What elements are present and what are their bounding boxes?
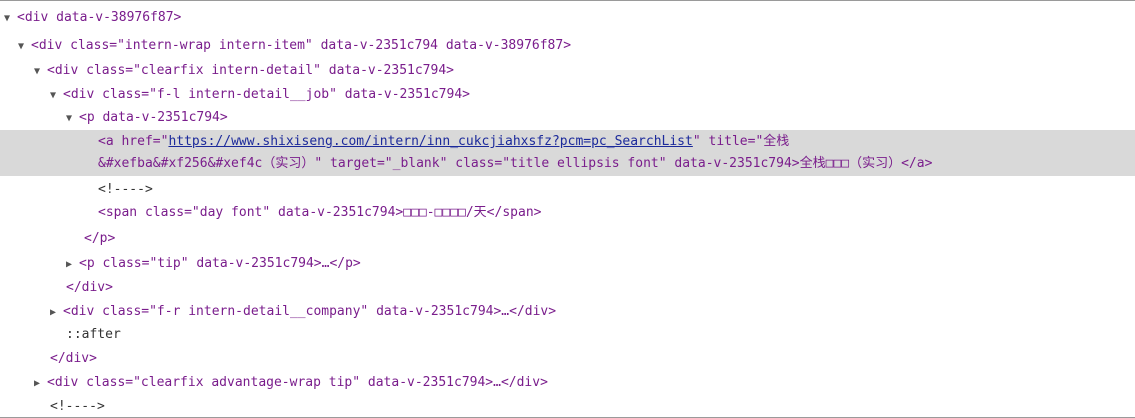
tree-node-advantage-wrap[interactable]: ▶ <div class="clearfix advantage-wrap tip… [34,372,1135,394]
pseudo-element-markup: ::after [66,327,121,342]
tree-node-anchor-continued[interactable]: &#xefba&#xf256&#xef4c（实习）" target="_blan… [98,153,1135,175]
node-markup: </div> [50,351,97,366]
expand-triangle-icon[interactable]: ▼ [66,108,79,130]
expand-triangle-icon[interactable]: ▶ [66,254,79,276]
node-markup: </div> [66,280,113,295]
node-markup: <div class="clearfix intern-detail" data… [47,63,454,78]
anchor-open-markup: <a href=" [98,134,169,149]
expand-triangle-icon[interactable]: ▼ [18,36,31,58]
expand-triangle-icon[interactable]: ▼ [50,85,63,107]
expand-triangle-icon[interactable]: ▼ [34,61,47,83]
tree-node-div-close[interactable]: </div> [66,277,1135,299]
expand-triangle-icon[interactable]: ▼ [4,8,17,30]
tree-node-p[interactable]: ▼ <p data-v-2351c794> [66,107,1135,129]
node-markup: <span class="day font" data-v-2351c794>□… [98,205,542,220]
expand-triangle-icon[interactable]: ▶ [34,373,47,395]
node-markup: <div data-v-38976f87> [17,10,182,25]
tree-node-div-close-2[interactable]: </div> [50,348,1135,370]
comment-markup: <!----> [98,182,153,197]
node-markup: <p data-v-2351c794> [79,110,228,125]
dom-tree-panel: ▼ <div data-v-38976f87> ▼ <div class="inte… [0,0,1135,418]
node-markup: <div class="clearfix advantage-wrap tip"… [47,375,548,390]
tree-node-after-pseudo[interactable]: ::after [66,324,1135,346]
anchor-href-link[interactable]: https://www.shixiseng.com/intern/inn_cuk… [168,134,692,149]
tree-node-detail-job[interactable]: ▼ <div class="f-l intern-detail__job" dat… [50,84,1135,106]
tree-node-intern-detail[interactable]: ▼ <div class="clearfix intern-detail" dat… [34,60,1135,82]
node-markup: <div class="f-l intern-detail__job" data… [63,87,470,102]
tree-node-anchor[interactable]: <a href="https://www.shixiseng.com/inter… [98,131,1135,153]
node-markup: <p class="tip" data-v-2351c794>…</p> [79,256,361,271]
comment-markup: <!----> [50,399,105,414]
tree-node-comment-2[interactable]: <!----> [50,396,1135,418]
tree-node-root-div[interactable]: ▼ <div data-v-38976f87> [4,7,1135,29]
node-markup: <div class="f-r intern-detail__company" … [63,304,557,319]
node-markup: &#xefba&#xf256&#xef4c（实习）" target="_blan… [98,156,933,171]
node-markup: <div class="intern-wrap intern-item" dat… [31,38,572,53]
tree-node-p-close[interactable]: </p> [84,228,1135,250]
tree-node-comment[interactable]: <!----> [98,179,1135,201]
tree-node-span-day[interactable]: <span class="day font" data-v-2351c794>□… [98,202,1135,224]
expand-triangle-icon[interactable]: ▶ [50,302,63,324]
tree-node-p-tip[interactable]: ▶ <p class="tip" data-v-2351c794>…</p> [66,253,1135,275]
node-markup: </p> [84,231,116,246]
tree-node-company[interactable]: ▶ <div class="f-r intern-detail__company"… [50,301,1135,323]
anchor-title-markup: " title="全栈 [692,134,790,149]
tree-node-intern-wrap[interactable]: ▼ <div class="intern-wrap intern-item" da… [18,35,1135,57]
